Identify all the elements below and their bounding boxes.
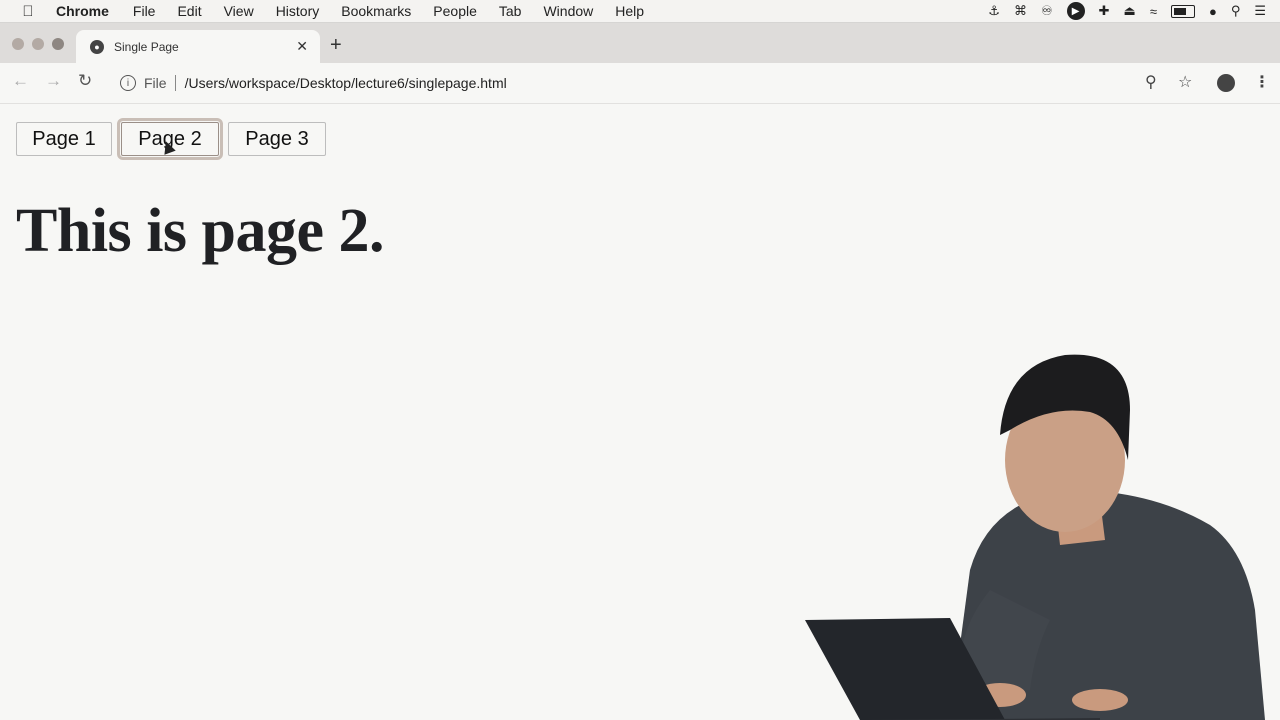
presenter-image	[805, 354, 1265, 720]
menu-view[interactable]: View	[224, 3, 254, 19]
new-tab-icon[interactable]: +	[330, 34, 342, 57]
wifi-icon[interactable]: ≈	[1150, 4, 1157, 19]
url-scheme-label: File	[144, 75, 167, 91]
spotlight-search-icon[interactable]: ⚲	[1231, 3, 1241, 19]
menu-edit[interactable]: Edit	[177, 3, 201, 19]
battery-icon[interactable]	[1170, 4, 1195, 18]
menu-help[interactable]: Help	[615, 3, 644, 19]
bookmark-star-icon[interactable]: ☆	[1178, 72, 1192, 92]
more-menu-icon[interactable]: ⋮	[1254, 72, 1270, 92]
user-icon[interactable]: ●	[1209, 4, 1217, 19]
eject-icon[interactable]: ⏏	[1124, 3, 1136, 19]
zoom-window-icon[interactable]	[52, 38, 64, 50]
tab-strip: ● Single Page ✕ +	[0, 23, 1280, 63]
profile-avatar-icon[interactable]	[1217, 74, 1235, 92]
status-area: ⚓ ⌘ ♾ ▶ ✚ ⏏ ≈ ● ⚲ ☰	[988, 0, 1266, 22]
url-text[interactable]: /Users/workspace/Desktop/lecture6/single…	[185, 75, 507, 91]
browser-toolbar: ← → ↻ i File /Users/workspace/Desktop/le…	[0, 63, 1280, 104]
address-bar[interactable]: i File /Users/workspace/Desktop/lecture6…	[112, 69, 1122, 97]
tools-icon[interactable]: ✚	[1099, 3, 1110, 19]
close-tab-icon[interactable]: ✕	[296, 38, 308, 55]
play-icon[interactable]: ▶	[1066, 2, 1085, 20]
zoom-icon[interactable]: ⚲	[1145, 72, 1157, 92]
close-window-icon[interactable]	[12, 38, 24, 50]
docker-icon[interactable]: ⚓	[988, 3, 1000, 19]
glasses-icon[interactable]: ♾	[1041, 3, 1053, 19]
menu-history[interactable]: History	[276, 3, 320, 19]
menu-window[interactable]: Window	[543, 3, 593, 19]
menu-tab[interactable]: Tab	[499, 3, 522, 19]
menu-chrome[interactable]: Chrome	[56, 3, 109, 19]
page-heading: This is page 2.	[16, 197, 385, 265]
command-icon[interactable]: ⌘	[1014, 3, 1027, 19]
info-icon[interactable]: i	[120, 75, 136, 91]
tab-single-page[interactable]: ● Single Page ✕	[76, 30, 320, 63]
menu-people[interactable]: People	[433, 3, 477, 19]
globe-icon: ●	[90, 39, 104, 54]
menu-bar:  Chrome File Edit View History Bookmark…	[0, 0, 1280, 23]
menu-file[interactable]: File	[133, 3, 156, 19]
notification-center-icon[interactable]: ☰	[1254, 3, 1266, 19]
tab-title: Single Page	[114, 39, 179, 54]
back-arrow-icon[interactable]: ←	[12, 71, 29, 91]
apple-menu-icon[interactable]: 	[0, 3, 56, 20]
menu-bookmarks[interactable]: Bookmarks	[341, 3, 411, 19]
minimize-window-icon[interactable]	[32, 38, 44, 50]
page-3-button[interactable]: Page 3	[228, 122, 326, 156]
reload-icon[interactable]: ↻	[78, 71, 92, 91]
forward-arrow-icon[interactable]: →	[45, 71, 62, 91]
page-1-button[interactable]: Page 1	[16, 122, 112, 156]
url-divider	[174, 75, 176, 91]
